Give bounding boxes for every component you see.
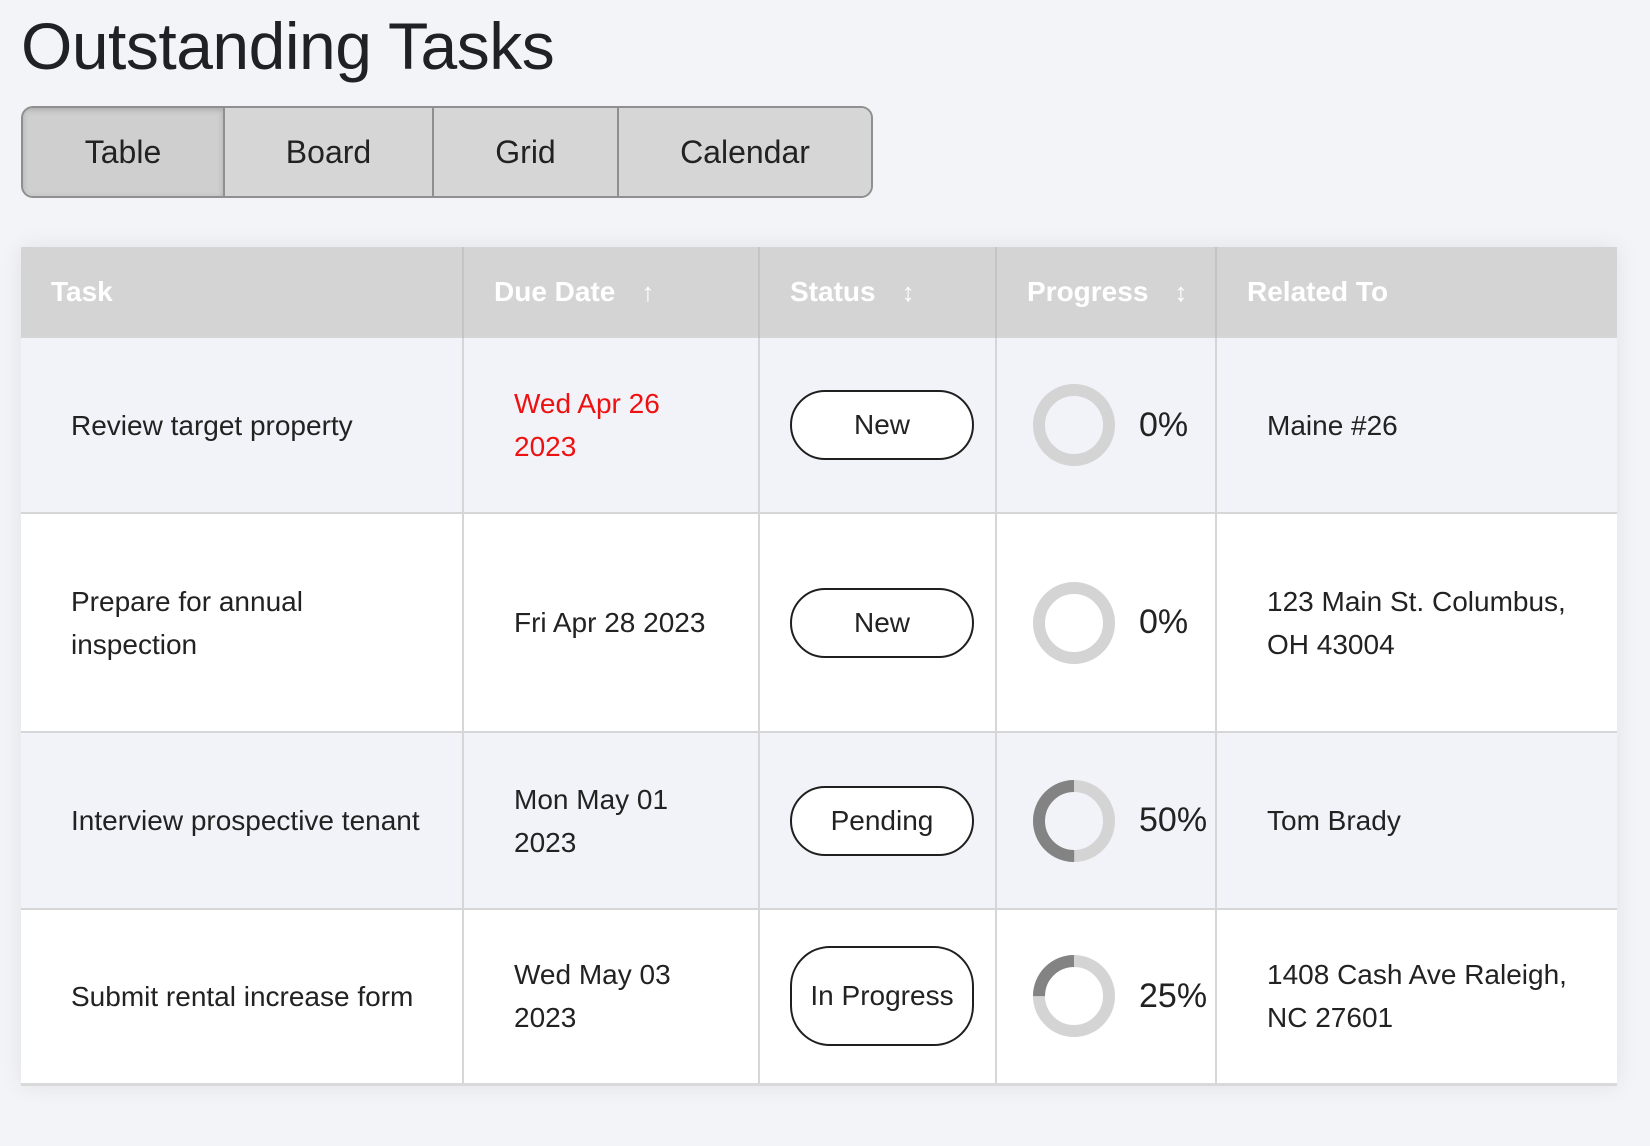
column-header-related-to[interactable]: Related To bbox=[1216, 247, 1617, 337]
table-header-row: Task Due Date ↑ Status ↕ Progress ↕ Related… bbox=[21, 247, 1617, 337]
related-to-cell[interactable]: Tom Brady bbox=[1216, 731, 1617, 909]
column-header-task[interactable]: Task bbox=[21, 247, 464, 337]
progress-percent: 50% bbox=[1139, 801, 1208, 839]
column-header-progress[interactable]: Progress ↕ bbox=[996, 247, 1217, 337]
tab-calendar[interactable]: Calendar bbox=[619, 108, 871, 196]
progress-ring bbox=[1033, 779, 1115, 862]
status-cell: New bbox=[759, 512, 997, 732]
page-title: Outstanding Tasks bbox=[21, 9, 555, 83]
column-header-status[interactable]: Status ↕ bbox=[759, 247, 997, 337]
task-cell: Submit rental increase form bbox=[21, 908, 464, 1086]
sort-icon[interactable]: ↕ bbox=[902, 277, 915, 308]
progress-percent: 0% bbox=[1139, 603, 1189, 641]
column-header-label: Task bbox=[51, 275, 113, 307]
view-switcher: Table Board Grid Calendar bbox=[21, 106, 873, 198]
task-cell: Prepare for annual inspection bbox=[21, 512, 464, 732]
due-date-cell: Wed May 03 2023 bbox=[463, 908, 760, 1086]
tab-board[interactable]: Board bbox=[225, 108, 434, 196]
tab-table[interactable]: Table bbox=[23, 108, 225, 196]
sort-ascending-icon[interactable]: ↑ bbox=[641, 277, 654, 308]
progress-percent: 25% bbox=[1139, 976, 1208, 1015]
progress-cell: 50% bbox=[996, 731, 1217, 909]
status-cell: In Progress bbox=[759, 908, 997, 1086]
tasks-table: Task Due Date ↑ Status ↕ Progress ↕ Related… bbox=[21, 247, 1617, 1086]
due-date-cell: Mon May 01 2023 bbox=[463, 731, 760, 909]
progress-cell: 0% bbox=[996, 512, 1217, 732]
sort-icon[interactable]: ↕ bbox=[1174, 277, 1187, 308]
status-badge[interactable]: New bbox=[790, 587, 974, 658]
status-badge[interactable]: In Progress bbox=[790, 946, 974, 1047]
column-header-label: Status bbox=[790, 275, 876, 307]
related-to-cell[interactable]: Maine #26 bbox=[1216, 336, 1617, 513]
column-header-label: Related To bbox=[1247, 275, 1389, 307]
due-date-cell: Fri Apr 28 2023 bbox=[463, 512, 760, 732]
progress-percent: 0% bbox=[1139, 405, 1189, 444]
related-to-cell[interactable]: 123 Main St. Columbus, OH 43004 bbox=[1216, 512, 1617, 732]
task-cell: Review target property bbox=[21, 336, 464, 513]
progress-cell: 0% bbox=[996, 336, 1217, 513]
status-badge[interactable]: New bbox=[790, 390, 974, 460]
tasks-table-container: Task Due Date ↑ Status ↕ Progress ↕ Related… bbox=[21, 247, 1617, 1086]
progress-ring bbox=[1033, 955, 1115, 1038]
table-row[interactable]: Submit rental increase form Wed May 03 2… bbox=[21, 908, 1617, 1086]
table-row[interactable]: Interview prospective tenant Mon May 01 … bbox=[21, 731, 1617, 909]
table-row[interactable]: Prepare for annual inspection Fri Apr 28… bbox=[21, 512, 1617, 732]
tab-grid[interactable]: Grid bbox=[434, 108, 619, 196]
progress-cell: 25% bbox=[996, 908, 1217, 1086]
due-date-cell: Wed Apr 26 2023 bbox=[463, 336, 760, 513]
status-cell: Pending bbox=[759, 731, 997, 909]
status-badge[interactable]: Pending bbox=[790, 785, 974, 856]
table-row[interactable]: Review target property Wed Apr 26 2023 N… bbox=[21, 336, 1617, 513]
column-header-due-date[interactable]: Due Date ↑ bbox=[463, 247, 760, 337]
related-to-cell[interactable]: 1408 Cash Ave Raleigh, NC 27601 bbox=[1216, 908, 1617, 1086]
task-cell: Interview prospective tenant bbox=[21, 731, 464, 909]
status-cell: New bbox=[759, 336, 997, 513]
column-header-label: Progress bbox=[1027, 275, 1149, 307]
column-header-label: Due Date bbox=[494, 275, 616, 307]
progress-ring bbox=[1033, 581, 1115, 664]
progress-ring bbox=[1033, 384, 1115, 466]
